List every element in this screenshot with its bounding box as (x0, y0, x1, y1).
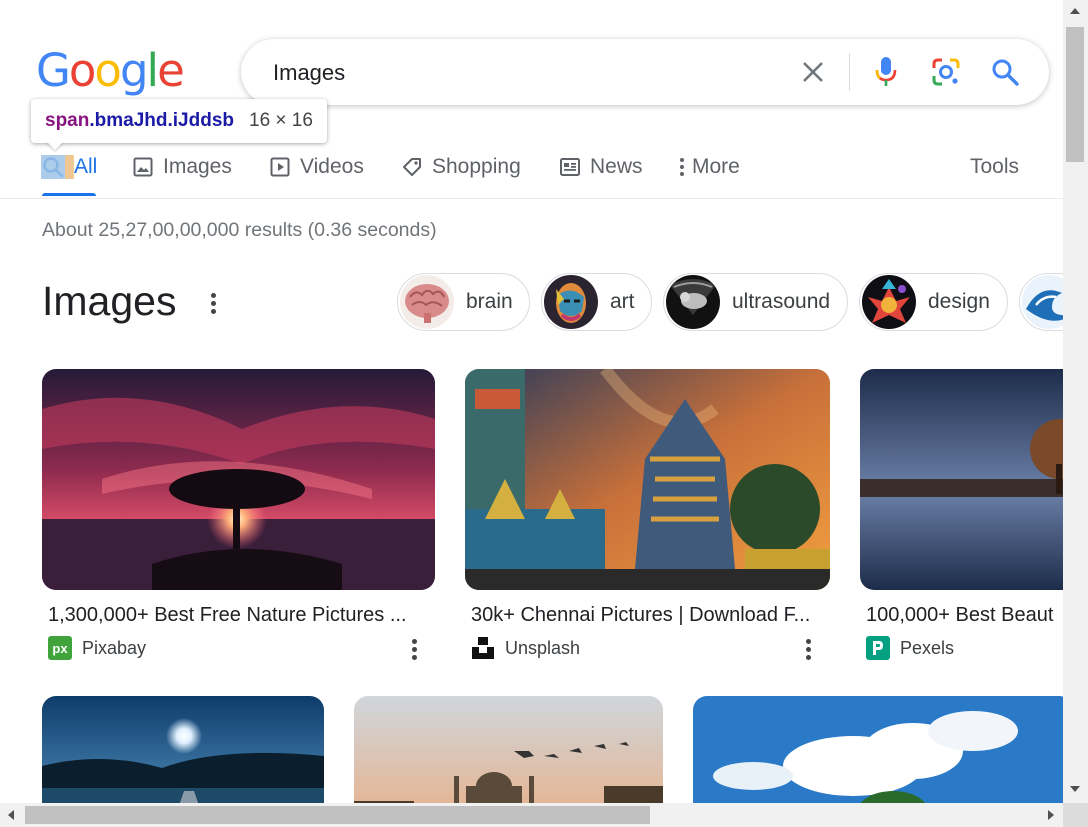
tab-label: Images (163, 155, 232, 178)
logo-letter: g (119, 44, 149, 97)
design-thumbnail (862, 275, 916, 329)
tab-videos[interactable]: Videos (270, 154, 364, 180)
more-vert-icon (678, 157, 686, 177)
horizontal-scroll-thumb[interactable] (25, 806, 650, 824)
tab-label: Tools (970, 155, 1020, 178)
tag-icon (402, 157, 422, 177)
scroll-left-icon[interactable] (8, 810, 14, 820)
tab-label: Videos (300, 155, 364, 178)
images-section-heading: Images (42, 278, 177, 324)
vertical-scrollbar[interactable] (1063, 0, 1088, 803)
tooltip-tag: span (45, 110, 90, 131)
scrollbar-corner (1063, 803, 1088, 827)
chip-label: art (610, 290, 635, 313)
search-input[interactable] (271, 57, 775, 89)
tooltip-classes: .bmaJhd.iJddsb (89, 110, 234, 131)
page-viewport: Google Images All Images Videos Shopping… (0, 0, 1063, 803)
result-source[interactable]: px Pixabay (48, 636, 146, 660)
search-icon[interactable] (989, 56, 1021, 88)
source-name: Unsplash (505, 637, 581, 658)
horizontal-scrollbar[interactable] (0, 803, 1063, 827)
news-icon (560, 158, 580, 176)
search-tabs: All Images Videos Shopping News More Too… (0, 140, 1063, 199)
result-image-lake[interactable] (42, 696, 324, 803)
art-thumbnail (544, 275, 598, 329)
microphone-icon[interactable] (870, 56, 902, 88)
result-source[interactable]: Unsplash (471, 636, 580, 660)
pixabay-favicon-icon: px (48, 636, 72, 660)
clear-icon[interactable] (797, 56, 829, 88)
chip-art[interactable]: art (541, 273, 652, 331)
chip-brain[interactable]: brain (397, 273, 530, 331)
search-box (241, 39, 1049, 105)
chip-label: design (928, 290, 990, 313)
tab-news[interactable]: News (560, 154, 643, 180)
tab-label: More (692, 155, 740, 178)
tooltip-arrow (46, 141, 64, 150)
devtools-highlight-margin (65, 155, 74, 179)
tab-label: Shopping (432, 155, 521, 178)
video-icon (270, 157, 290, 177)
scroll-down-icon[interactable] (1070, 786, 1080, 792)
result-title[interactable]: 1,300,000+ Best Free Nature Pictures ... (48, 604, 407, 627)
scroll-right-icon[interactable] (1048, 810, 1054, 820)
result-options-icon[interactable] (805, 639, 811, 660)
google-logo[interactable]: Google (36, 44, 185, 97)
chip-next[interactable] (1019, 273, 1063, 331)
tab-images[interactable]: Images (133, 154, 232, 180)
chip-ultrasound[interactable]: ultrasound (663, 273, 848, 331)
active-tab-indicator (42, 193, 96, 196)
tab-tools[interactable]: Tools (970, 154, 1019, 180)
result-image-landscape[interactable] (860, 369, 1063, 590)
brain-thumbnail (400, 275, 454, 329)
tooltip-dimensions: 16 × 16 (249, 110, 313, 131)
unsplash-favicon-icon (471, 636, 495, 660)
result-title[interactable]: 30k+ Chennai Pictures | Download F... (471, 604, 810, 627)
devtools-tooltip: span.bmaJhd.iJddsb 16 × 16 (31, 99, 327, 143)
result-image-tajmahal[interactable] (354, 696, 663, 803)
ultrasound-thumbnail (666, 275, 720, 329)
source-name: Pixabay (82, 637, 147, 658)
result-title[interactable]: 100,000+ Best Beaut (866, 604, 1053, 627)
chip-label: ultrasound (732, 290, 831, 313)
google-lens-icon[interactable] (930, 56, 962, 88)
result-stats: About 25,27,00,00,000 results (0.36 seco… (42, 219, 437, 241)
tab-label: All (74, 155, 98, 178)
logo-letter: e (157, 44, 185, 97)
result-image-chennai[interactable] (465, 369, 830, 590)
pexels-favicon-icon (866, 636, 890, 660)
result-image-nature[interactable] (42, 369, 435, 590)
image-icon (133, 157, 153, 177)
logo-letter: l (146, 44, 159, 97)
result-source[interactable]: Pexels (866, 636, 954, 660)
chip-label: brain (466, 290, 513, 313)
vertical-scroll-thumb[interactable] (1066, 27, 1084, 162)
result-image-sky[interactable] (693, 696, 1063, 803)
wave-thumbnail (1022, 275, 1063, 329)
search-divider (849, 53, 850, 91)
result-options-icon[interactable] (411, 639, 417, 660)
tab-more[interactable]: More (678, 154, 740, 180)
chip-design[interactable]: design (859, 273, 1008, 331)
tab-shopping[interactable]: Shopping (402, 154, 521, 180)
images-options-icon[interactable] (210, 293, 216, 314)
logo-letter: G (36, 44, 71, 97)
logo-letter: o (94, 44, 122, 97)
tooltip-selector: span.bmaJhd.iJddsb (45, 110, 234, 132)
scroll-up-icon[interactable] (1070, 8, 1080, 14)
source-name: Pexels (900, 637, 955, 658)
tab-label: News (590, 155, 643, 178)
logo-letter: o (68, 44, 97, 97)
